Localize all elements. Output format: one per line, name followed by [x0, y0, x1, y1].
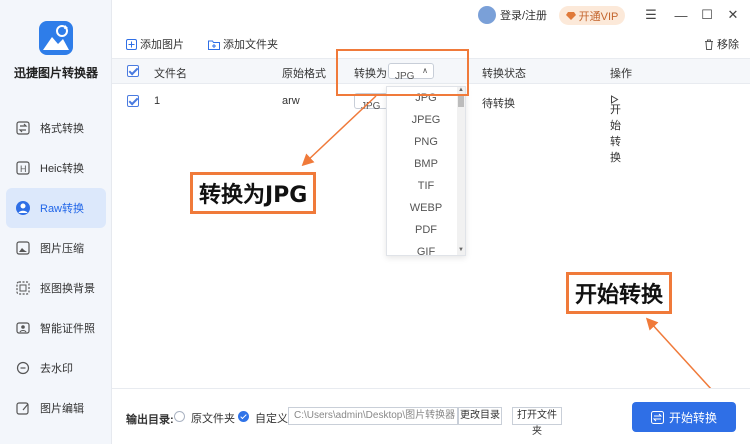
cutout-icon: [14, 279, 32, 297]
sidebar-item-raw[interactable]: Raw转换: [6, 188, 106, 228]
maximize-icon[interactable]: ☐: [698, 6, 716, 24]
add-image-button[interactable]: 添加图片: [126, 36, 184, 52]
app-name: 迅捷图片转换器: [13, 66, 98, 80]
custom-label: 自定义: [255, 413, 288, 425]
sidebar-item-label: 智能证件照: [40, 323, 95, 335]
open-folder-button[interactable]: 打开文件夹: [512, 407, 562, 437]
format-option[interactable]: JPEG: [387, 109, 465, 131]
annotation-start-convert-text: 开始转换: [569, 275, 670, 311]
output-path-field[interactable]: C:\Users\admin\Desktop\图片转换器: [288, 407, 458, 425]
trash-icon: [705, 39, 713, 50]
vip-label: 开通VIP: [578, 10, 619, 23]
swap-icon: [14, 119, 32, 137]
sidebar-nav: 格式转换 H Heic转换 Raw转换 图片压缩 抠图换背景 智能证件照 去水印: [0, 108, 112, 428]
col-original-format: 原始格式: [282, 68, 326, 80]
original-folder-label: 原文件夹: [191, 413, 235, 425]
row-format: arw: [282, 95, 300, 107]
raw-icon: [14, 199, 32, 217]
row-target-value: JPG: [361, 101, 381, 112]
convert-icon: [650, 410, 664, 424]
output-dir-label: 输出目录:: [126, 414, 174, 426]
add-image-label: 添加图片: [140, 39, 184, 51]
row-checkbox[interactable]: [127, 95, 139, 107]
sidebar-item-label: 去水印: [40, 363, 73, 375]
format-option[interactable]: PDF: [387, 219, 465, 241]
row-start-button[interactable]: 开始转换: [610, 95, 622, 164]
annotation-convert-to-jpg-text: 转换为JPG: [193, 175, 314, 211]
annotation-convert-to-jpg: 转换为JPG: [190, 172, 317, 214]
sidebar-item-heic[interactable]: H Heic转换: [0, 148, 112, 188]
minimize-icon[interactable]: —: [672, 6, 690, 24]
sidebar-item-label: Heic转换: [40, 163, 85, 175]
login-button[interactable]: 登录/注册: [478, 6, 547, 24]
sidebar-item-label: 图片编辑: [40, 403, 84, 415]
format-option[interactable]: PNG: [387, 131, 465, 153]
add-folder-button[interactable]: 添加文件夹: [208, 36, 278, 52]
sidebar-item-label: 图片压缩: [40, 243, 84, 255]
login-label: 登录/注册: [500, 10, 548, 22]
format-option[interactable]: GIF: [387, 241, 465, 263]
title-bar: 登录/注册 开通VIP ☰ — ☐ ✕: [112, 0, 750, 30]
sidebar-item-id-photo[interactable]: 智能证件照: [0, 308, 112, 348]
custom-radio[interactable]: [238, 411, 249, 422]
format-option[interactable]: WEBP: [387, 197, 465, 219]
diamond-icon: [565, 11, 576, 20]
row-status: 待转换: [482, 98, 515, 110]
col-filename: 文件名: [154, 68, 187, 80]
start-convert-label: 开始转换: [668, 410, 717, 425]
id-photo-icon: [14, 319, 32, 337]
add-image-icon: [126, 38, 137, 50]
scrollbar-thumb[interactable]: [458, 95, 464, 107]
remove-label: 移除: [717, 39, 739, 51]
edit-icon: [14, 399, 32, 417]
original-folder-radio[interactable]: [174, 411, 185, 422]
vip-button[interactable]: 开通VIP: [559, 6, 625, 25]
add-folder-label: 添加文件夹: [223, 39, 278, 51]
app-logo-icon: [39, 21, 73, 55]
compress-icon: [14, 239, 32, 257]
sidebar-item-compress[interactable]: 图片压缩: [0, 228, 112, 268]
menu-icon[interactable]: ☰: [642, 6, 660, 24]
bottom-bar: 输出目录: 原文件夹 自定义 C:\Users\admin\Desktop\图片…: [112, 388, 750, 444]
highlight-box-convert-to: [336, 49, 469, 96]
sidebar-item-label: Raw转换: [40, 203, 85, 215]
col-status: 转换状态: [482, 68, 526, 80]
format-dropdown: JPG JPEG PNG BMP TIF WEBP PDF GIF ▲ ▼: [386, 86, 466, 258]
sidebar-item-format-convert[interactable]: 格式转换: [0, 108, 112, 148]
select-all-checkbox[interactable]: [127, 65, 139, 77]
svg-text:H: H: [20, 164, 27, 174]
format-option[interactable]: TIF: [387, 175, 465, 197]
sidebar: 迅捷图片转换器 格式转换 H Heic转换 Raw转换 图片压缩 抠图换背景 智…: [0, 0, 112, 444]
sidebar-item-label: 抠图换背景: [40, 283, 95, 295]
row-filename: 1: [154, 95, 161, 107]
avatar: [478, 6, 496, 24]
annotation-start-convert: 开始转换: [566, 272, 673, 314]
change-dir-button[interactable]: 更改目录: [458, 407, 502, 425]
dropdown-scrollbar[interactable]: ▲ ▼: [457, 87, 465, 255]
watermark-icon: [14, 359, 32, 377]
sidebar-item-edit[interactable]: 图片编辑: [0, 388, 112, 428]
format-option[interactable]: BMP: [387, 153, 465, 175]
row-action-label: 开始转换: [610, 104, 621, 164]
remove-button[interactable]: 移除: [704, 36, 739, 52]
arrow-to-start-button: [645, 317, 713, 391]
sidebar-item-label: 格式转换: [40, 123, 84, 135]
sidebar-item-cutout[interactable]: 抠图换背景: [0, 268, 112, 308]
close-icon[interactable]: ✕: [724, 6, 742, 24]
heic-icon: H: [14, 159, 32, 177]
start-convert-button[interactable]: 开始转换: [632, 402, 736, 432]
folder-icon: [208, 40, 220, 50]
scroll-down-icon[interactable]: ▼: [458, 247, 464, 253]
col-action: 操作: [610, 68, 632, 80]
sidebar-item-watermark[interactable]: 去水印: [0, 348, 112, 388]
